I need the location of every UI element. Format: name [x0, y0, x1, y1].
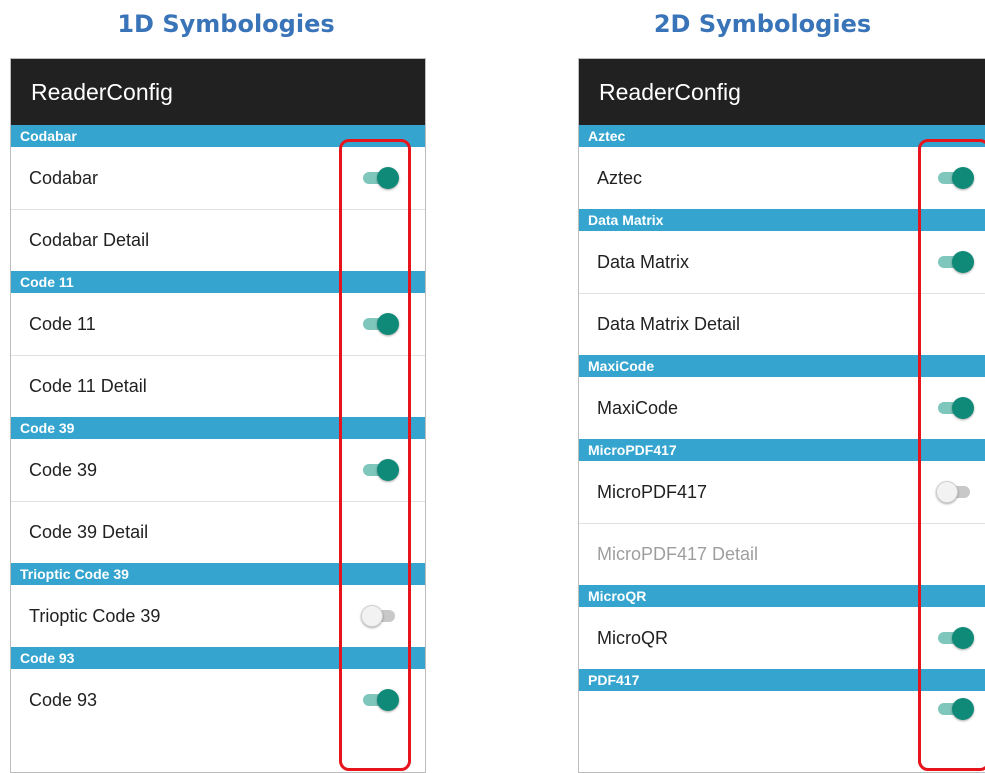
setting-label: Code 39 Detail — [29, 522, 149, 542]
setting-row-aztec[interactable]: Aztec — [579, 147, 985, 209]
setting-label: Code 39 — [29, 459, 98, 480]
title-2d-symbologies: 2D Symbologies — [653, 10, 872, 38]
setting-label: Trioptic Code 39 — [29, 605, 161, 626]
section-header-code-11: Code 11 — [11, 271, 425, 293]
setting-label: Data Matrix Detail — [597, 314, 741, 334]
toggle-thumb — [952, 167, 974, 189]
section-header-code-93: Code 93 — [11, 647, 425, 669]
setting-row-data-matrix[interactable]: Data Matrix — [579, 231, 985, 293]
setting-row-micropdf417-detail: MicroPDF417 Detail — [579, 523, 985, 585]
micropdf417-toggle[interactable] — [936, 481, 974, 503]
setting-row-code-39[interactable]: Code 39 — [11, 439, 425, 501]
toggle-thumb — [936, 481, 958, 503]
toggle-thumb — [952, 697, 974, 720]
setting-label: Data Matrix — [597, 251, 690, 272]
title-1d-symbologies: 1D Symbologies — [117, 10, 335, 38]
setting-row-code-39-detail[interactable]: Code 39 Detail — [11, 501, 425, 563]
setting-label: Codabar Detail — [29, 230, 150, 250]
app-title: ReaderConfig — [31, 78, 173, 105]
setting-label: MicroPDF417 — [597, 481, 708, 502]
app-title: ReaderConfig — [599, 78, 741, 105]
screen-1d: ReaderConfig Codabar Codabar Codabar Det… — [10, 58, 426, 773]
code-11-toggle[interactable] — [361, 313, 399, 335]
section-header-aztec: Aztec — [579, 125, 985, 147]
setting-row-micropdf417[interactable]: MicroPDF417 — [579, 461, 985, 523]
pdf417-toggle[interactable] — [936, 697, 974, 720]
setting-row-codabar-detail[interactable]: Codabar Detail — [11, 209, 425, 271]
section-header-maxicode: MaxiCode — [579, 355, 985, 377]
aztec-toggle[interactable] — [936, 167, 974, 189]
section-header-codabar: Codabar — [11, 125, 425, 147]
toggle-thumb — [377, 313, 399, 335]
setting-row-code-11-detail[interactable]: Code 11 Detail — [11, 355, 425, 417]
setting-label: Code 93 — [29, 689, 98, 710]
setting-row-data-matrix-detail[interactable]: Data Matrix Detail — [579, 293, 985, 355]
section-header-data-matrix: Data Matrix — [579, 209, 985, 231]
app-bar: ReaderConfig — [11, 59, 425, 125]
setting-row-microqr[interactable]: MicroQR — [579, 607, 985, 669]
setting-row-pdf417-partial[interactable] — [579, 691, 985, 726]
setting-label: MaxiCode — [597, 397, 679, 418]
codabar-toggle[interactable] — [361, 167, 399, 189]
section-header-micropdf417: MicroPDF417 — [579, 439, 985, 461]
setting-label: Code 11 Detail — [29, 376, 147, 396]
setting-row-code-11[interactable]: Code 11 — [11, 293, 425, 355]
data-matrix-toggle[interactable] — [936, 251, 974, 273]
toggle-thumb — [952, 627, 974, 649]
maxicode-toggle[interactable] — [936, 397, 974, 419]
code-93-toggle[interactable] — [361, 689, 399, 711]
section-header-trioptic-code-39: Trioptic Code 39 — [11, 563, 425, 585]
setting-row-code-93[interactable]: Code 93 — [11, 669, 425, 731]
toggle-thumb — [952, 251, 974, 273]
setting-row-maxicode[interactable]: MaxiCode — [579, 377, 985, 439]
section-header-microqr: MicroQR — [579, 585, 985, 607]
microqr-toggle[interactable] — [936, 627, 974, 649]
setting-label: MicroPDF417 Detail — [597, 544, 759, 564]
toggle-thumb — [377, 459, 399, 481]
trioptic-code-39-toggle[interactable] — [361, 605, 399, 627]
setting-label: Aztec — [597, 167, 643, 188]
toggle-thumb — [361, 605, 383, 627]
toggle-thumb — [377, 689, 399, 711]
section-header-code-39: Code 39 — [11, 417, 425, 439]
toggle-thumb — [377, 167, 399, 189]
setting-label: Codabar — [29, 167, 99, 188]
screen-2d: ReaderConfig Aztec Aztec Data Matrix Dat… — [578, 58, 985, 773]
setting-row-trioptic-code-39[interactable]: Trioptic Code 39 — [11, 585, 425, 647]
code-39-toggle[interactable] — [361, 459, 399, 481]
setting-row-codabar[interactable]: Codabar — [11, 147, 425, 209]
app-bar: ReaderConfig — [579, 59, 985, 125]
toggle-thumb — [952, 397, 974, 419]
setting-label: Code 11 — [29, 313, 96, 334]
setting-label: MicroQR — [597, 627, 668, 648]
section-header-pdf417: PDF417 — [579, 669, 985, 691]
